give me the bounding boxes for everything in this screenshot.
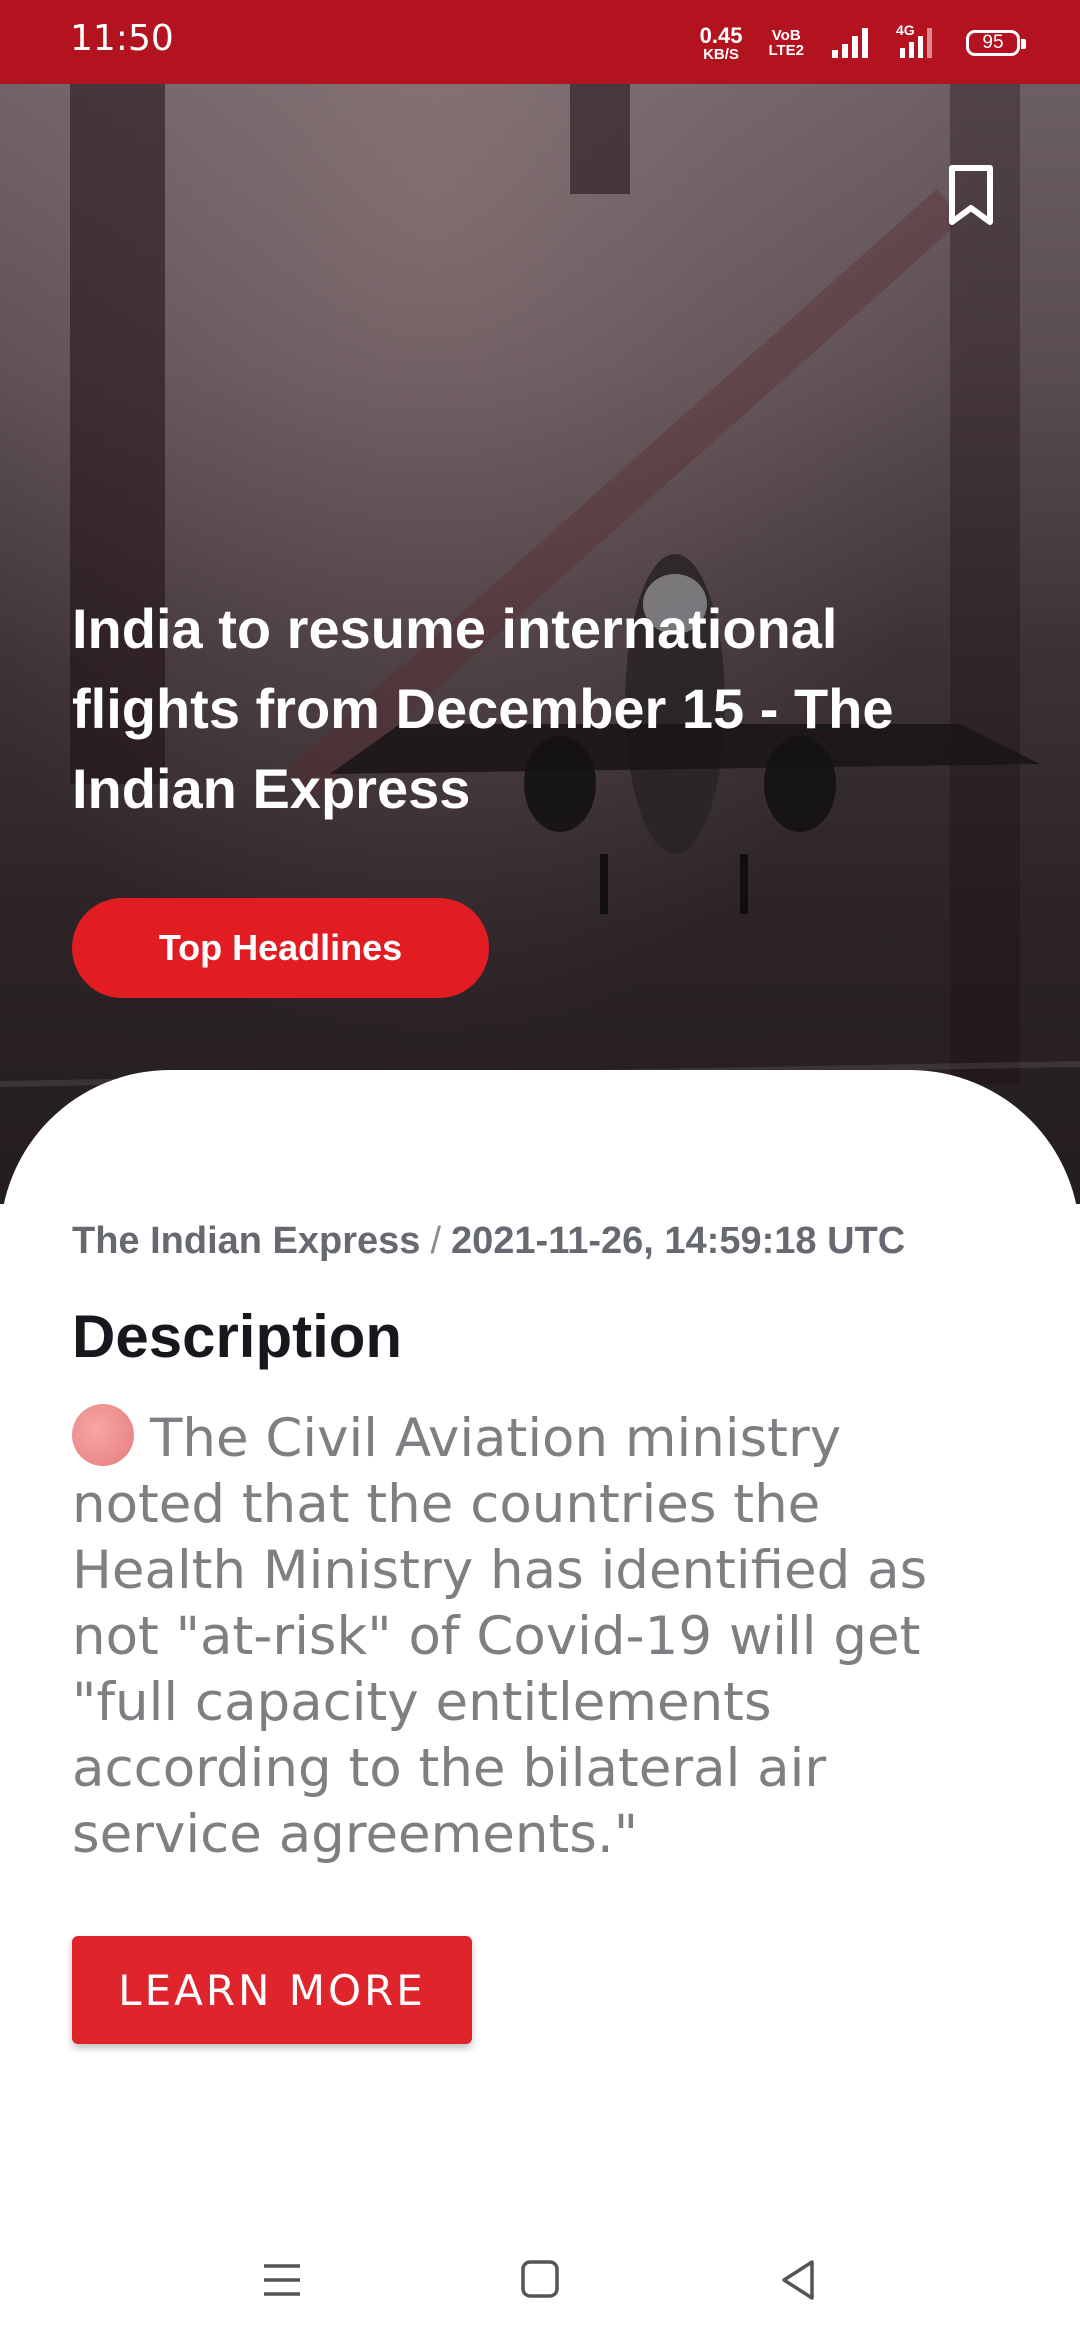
description-heading: Description <box>72 1303 403 1370</box>
description-body: The Civil Aviation ministry noted that t… <box>72 1404 952 1868</box>
red-circle-icon <box>72 1404 134 1466</box>
network-speed-value: 0.45 <box>699 22 743 48</box>
article-source: The Indian Express <box>72 1220 421 1262</box>
battery-icon: 95 <box>966 30 1026 56</box>
menu-icon[interactable] <box>252 2250 312 2310</box>
bookmark-icon[interactable] <box>946 164 996 226</box>
status-bar: 11:50 0.45 KB/S VoB LTE2 4G 95 <box>0 0 1080 84</box>
network-speed-unit: KB/S <box>703 45 739 63</box>
meta-separator: / <box>430 1220 442 1262</box>
learn-more-button[interactable]: LEARN MORE <box>72 1936 472 2044</box>
volte-indicator: VoB LTE2 <box>768 28 804 58</box>
battery-level: 95 <box>982 32 1004 53</box>
signal-icon <box>832 28 868 58</box>
home-icon[interactable] <box>510 2250 570 2310</box>
top-headlines-button[interactable]: Top Headlines <box>72 898 489 998</box>
signal-4g-icon: 4G <box>896 22 940 60</box>
article-meta: The Indian Express/2021-11-26, 14:59:18 … <box>72 1220 905 1263</box>
status-time: 11:50 <box>70 18 174 59</box>
volte-top: VoB <box>771 27 801 44</box>
description-text: The Civil Aviation ministry noted that t… <box>72 1408 928 1865</box>
network-speed: 0.45 KB/S <box>699 22 743 63</box>
hero-image: India to resume international flights fr… <box>0 84 1080 1204</box>
volte-bottom: LTE2 <box>768 42 804 59</box>
article-published: 2021-11-26, 14:59:18 UTC <box>451 1220 906 1262</box>
back-icon[interactable] <box>768 2250 828 2310</box>
article-card: The Indian Express/2021-11-26, 14:59:18 … <box>0 1070 1080 2340</box>
status-icons: 0.45 KB/S VoB LTE2 4G 95 <box>699 18 1026 68</box>
navigation-bar <box>0 2220 1080 2340</box>
article-title: India to resume international flights fr… <box>72 597 894 820</box>
